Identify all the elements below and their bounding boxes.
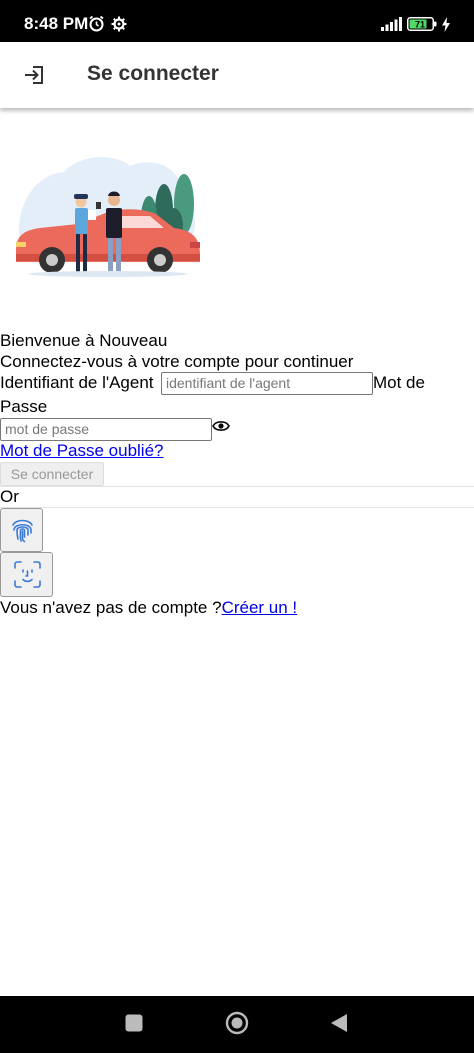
alarm-icon	[89, 15, 104, 32]
app-bar: Se connecter	[0, 42, 474, 108]
agent-id-placeholder: identifiant de l'agent	[166, 375, 291, 391]
charging-icon	[442, 17, 450, 32]
agent-id-label: Identifiant de l'Agent	[0, 373, 154, 392]
eye-icon[interactable]	[212, 420, 230, 432]
nav-circle-icon[interactable]	[225, 1011, 249, 1035]
nav-back-icon[interactable]	[330, 1013, 348, 1033]
signal-icon	[381, 17, 402, 31]
agent-id-input[interactable]: identifiant de l'agent	[161, 372, 373, 395]
password-label-part2: Passe	[0, 397, 48, 416]
nav-home-square-icon[interactable]	[125, 1014, 143, 1032]
face-id-icon	[14, 561, 41, 588]
password-placeholder: mot de passe	[5, 421, 90, 437]
battery-icon: 71	[407, 17, 437, 31]
page-title: Se connecter	[87, 62, 219, 85]
forgot-password-link[interactable]: Mot de Passe oublié?	[0, 441, 164, 461]
no-account-row: Vous n'avez pas de compte ?Créer un !	[0, 598, 297, 618]
welcome-heading: Bienvenue à Nouveau	[0, 331, 168, 350]
welcome-subtitle: Connectez-vous à votre compte pour conti…	[0, 352, 354, 371]
fingerprint-button[interactable]	[0, 508, 43, 552]
settings-icon	[111, 16, 127, 32]
battery-level: 71	[415, 20, 425, 30]
login-icon[interactable]	[22, 63, 46, 87]
status-bar: 8:48 PM 71	[0, 0, 474, 42]
divider-top	[0, 486, 474, 487]
police-car-illustration	[16, 157, 200, 277]
fingerprint-icon	[12, 519, 33, 543]
navigation-bar	[0, 996, 474, 1053]
or-separator-label: Or	[0, 487, 19, 506]
no-account-text: Vous n'avez pas de compte ?	[0, 598, 222, 617]
password-label-part1: Mot de	[373, 373, 425, 392]
status-time: 8:48 PM	[24, 14, 89, 33]
password-input[interactable]: mot de passe	[0, 418, 212, 441]
divider-bottom	[0, 507, 474, 508]
create-account-link[interactable]: Créer un !	[222, 598, 298, 617]
face-id-button[interactable]	[0, 552, 53, 597]
login-button[interactable]: Se connecter	[0, 462, 104, 486]
